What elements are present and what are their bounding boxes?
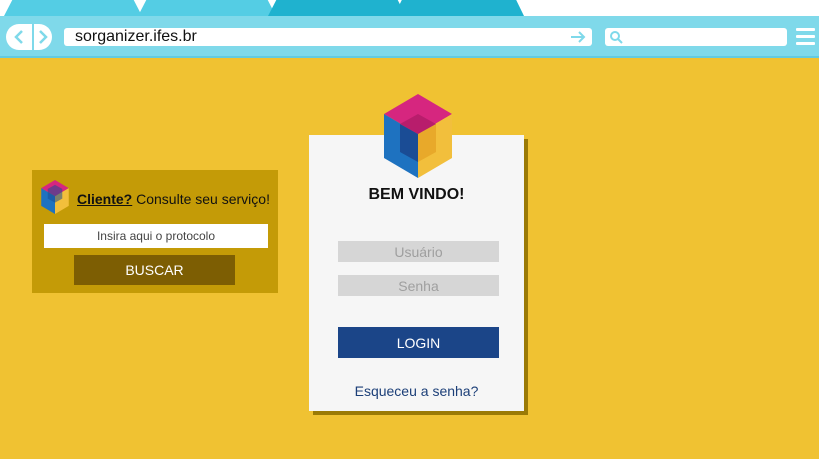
tab-strip: [0, 0, 819, 16]
cube-logo-icon: [384, 94, 452, 178]
forward-arrow-icon: [39, 30, 48, 44]
address-bar[interactable]: sorganizer.ifes.br: [64, 28, 592, 46]
welcome-heading: BEM VINDO!: [368, 186, 465, 203]
back-arrow-icon: [14, 30, 23, 44]
browser-toolbar: sorganizer.ifes.br: [0, 16, 819, 58]
client-heading-text: Consulte seu serviço!: [132, 191, 270, 207]
url-text: sorganizer.ifes.br: [75, 28, 197, 45]
cube-logo-icon: [41, 180, 69, 214]
login-button[interactable]: LOGIN: [338, 327, 499, 358]
back-button[interactable]: [6, 24, 32, 50]
protocol-input[interactable]: [44, 224, 268, 248]
hamburger-menu-icon[interactable]: [796, 28, 815, 46]
browser-tab-2[interactable]: [138, 0, 276, 16]
client-lookup-panel: Cliente? Consulte seu serviço! BUSCAR: [32, 170, 278, 293]
search-button[interactable]: BUSCAR: [74, 255, 235, 285]
browser-tab-1[interactable]: [4, 0, 142, 16]
navigation-buttons: [6, 24, 52, 50]
client-link[interactable]: Cliente?: [77, 191, 132, 207]
magnifier-icon: [610, 31, 623, 44]
search-input[interactable]: [605, 28, 787, 46]
forgot-password-link[interactable]: Esqueceu a senha?: [309, 383, 524, 399]
username-field[interactable]: [338, 241, 499, 262]
forward-button[interactable]: [34, 24, 52, 50]
arrow-right-icon[interactable]: [570, 30, 586, 44]
password-field[interactable]: [338, 275, 499, 296]
browser-tab-4[interactable]: [394, 0, 524, 16]
browser-tab-3[interactable]: [268, 0, 406, 16]
client-heading: Cliente? Consulte seu serviço!: [77, 191, 270, 207]
